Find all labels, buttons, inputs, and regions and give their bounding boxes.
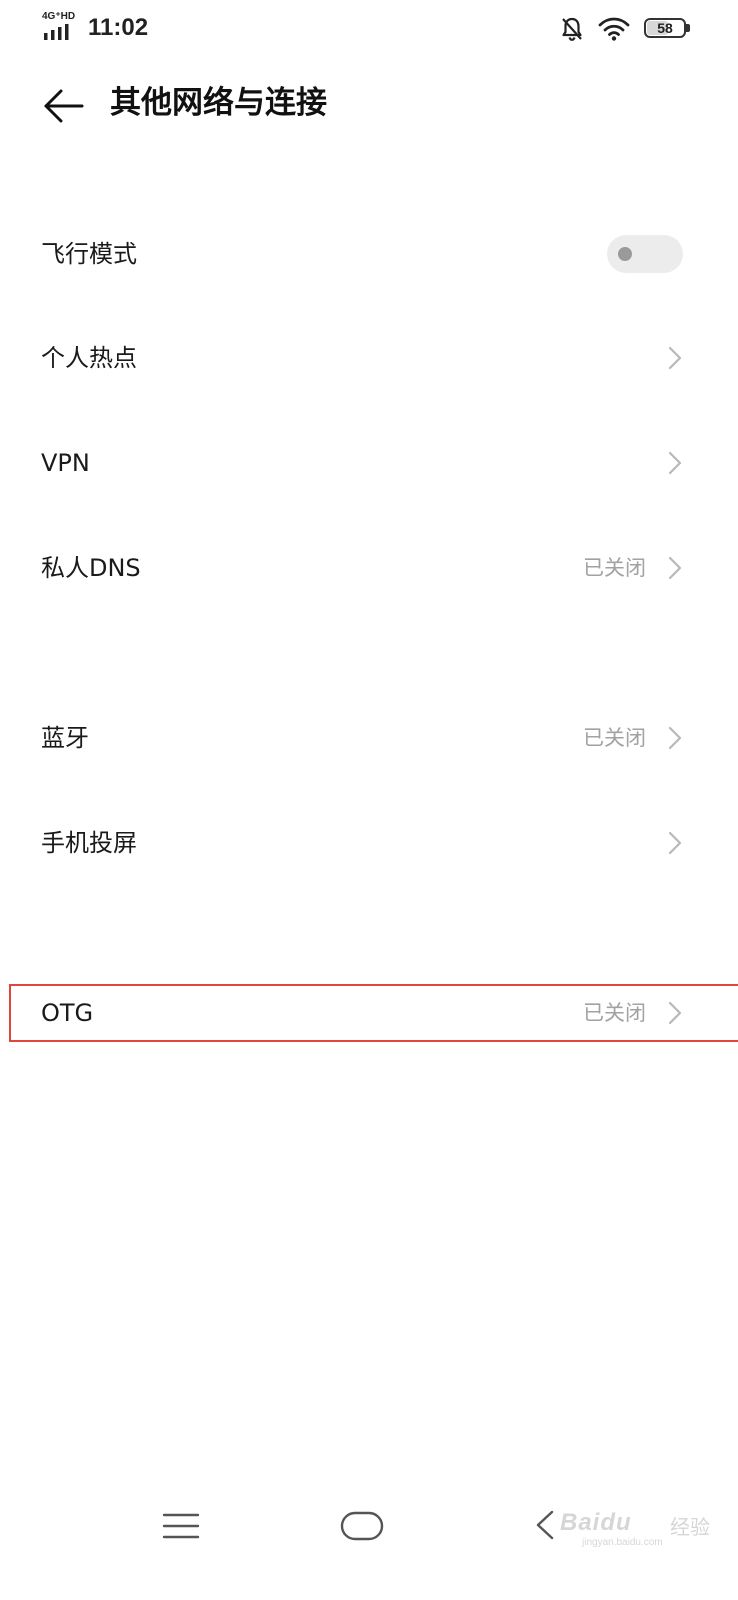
chevron-right-icon — [668, 451, 682, 475]
header: 其他网络与连接 — [0, 70, 738, 140]
chevron-right-icon — [668, 346, 682, 370]
private-dns-status: 已关闭 — [583, 556, 646, 580]
bluetooth-label: 蓝牙 — [41, 724, 89, 752]
battery-level: 58 — [657, 20, 673, 36]
hotspot-row[interactable]: 个人热点 — [0, 306, 738, 410]
home-icon[interactable] — [338, 1504, 386, 1546]
screen-cast-label: 手机投屏 — [41, 829, 137, 857]
airplane-mode-row[interactable]: 飞行模式 — [0, 202, 738, 306]
vpn-label: VPN — [41, 449, 90, 477]
private-dns-row[interactable]: 私人DNS 已关闭 — [0, 516, 738, 620]
screen: 4G⁺HD 11:02 58 其他网络与连接 飞行模式 个人热点 VPN 私人D… — [0, 0, 738, 1600]
chevron-right-icon — [668, 556, 682, 580]
watermark-brand: Baidu — [560, 1509, 632, 1536]
hotspot-label: 个人热点 — [41, 344, 137, 372]
bluetooth-status: 已关闭 — [583, 726, 646, 750]
chevron-right-icon — [668, 831, 682, 855]
otg-row[interactable]: OTG 已关闭 — [0, 961, 738, 1065]
watermark-url: jingyan.baidu.com — [582, 1537, 663, 1548]
back-button[interactable] — [40, 85, 88, 127]
baidu-watermark: Baidu 经验 jingyan.baidu.com — [552, 1505, 722, 1553]
watermark-cn: 经验 — [670, 1515, 710, 1539]
status-icons: 58 — [560, 14, 690, 44]
screen-cast-row[interactable]: 手机投屏 — [0, 791, 738, 895]
bluetooth-row[interactable]: 蓝牙 已关闭 — [0, 686, 738, 790]
status-bar: 4G⁺HD 11:02 58 — [0, 0, 738, 60]
status-time: 11:02 — [88, 14, 149, 41]
chevron-right-icon — [668, 726, 682, 750]
airplane-mode-label: 飞行模式 — [41, 240, 137, 268]
toggle-knob — [618, 247, 632, 261]
wifi-icon — [598, 17, 630, 41]
airplane-mode-toggle[interactable] — [607, 235, 683, 273]
signal-indicator: 4G⁺HD — [42, 12, 76, 42]
battery-icon: 58 — [644, 18, 690, 40]
otg-label: OTG — [41, 999, 94, 1027]
arrow-left-icon — [44, 89, 84, 123]
menu-icon[interactable] — [160, 1504, 202, 1546]
page-title: 其他网络与连接 — [110, 85, 327, 121]
bell-off-icon — [562, 17, 582, 41]
private-dns-label: 私人DNS — [41, 554, 141, 582]
otg-status: 已关闭 — [583, 1001, 646, 1025]
vpn-row[interactable]: VPN — [0, 411, 738, 515]
chevron-right-icon — [668, 1001, 682, 1025]
network-type-label: 4G⁺HD — [42, 11, 76, 22]
signal-icon — [44, 24, 69, 40]
